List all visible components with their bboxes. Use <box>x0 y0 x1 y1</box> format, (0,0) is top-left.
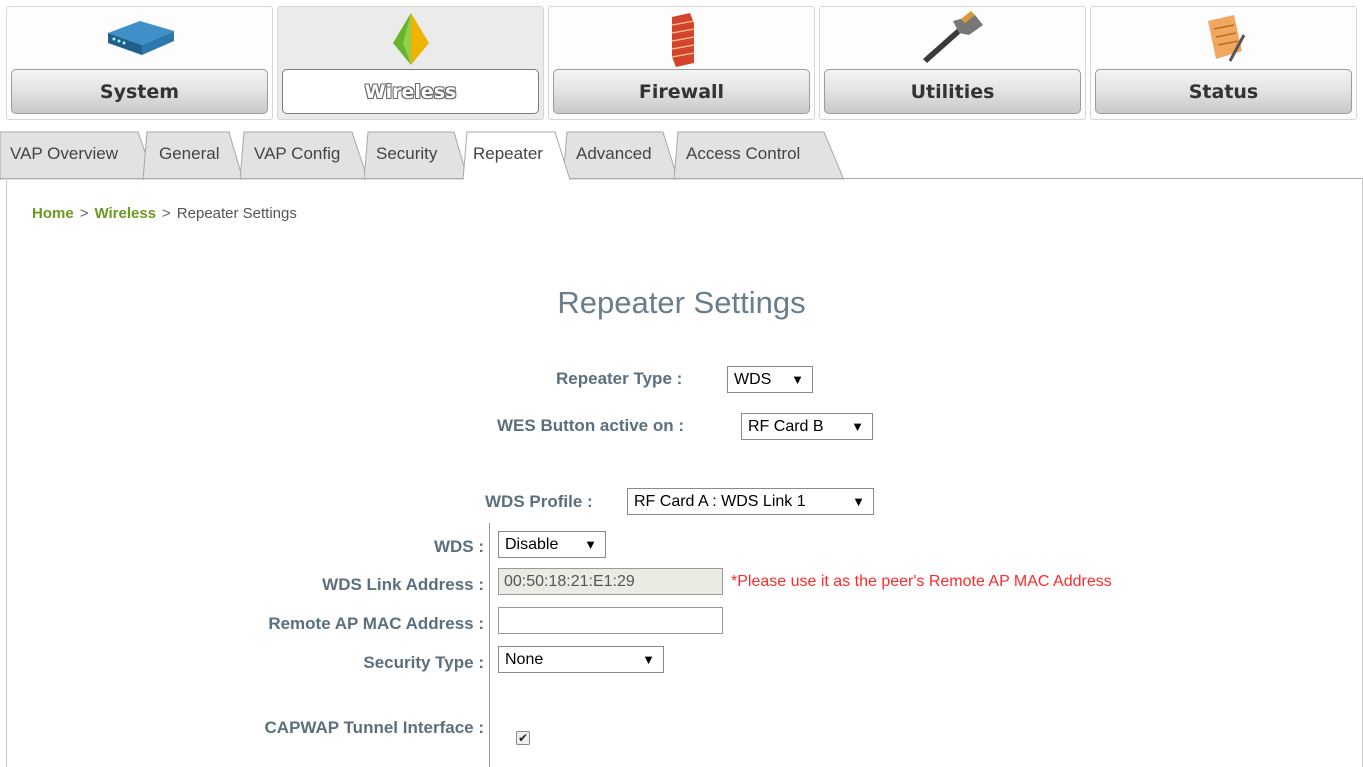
breadcrumb-separator: > <box>79 205 89 222</box>
security-type-select[interactable]: None ▼ <box>498 646 664 673</box>
breadcrumb: Home > Wireless > Repeater Settings <box>32 205 297 222</box>
nav-utilities-button[interactable]: Utilities <box>819 6 1086 120</box>
page-title: Repeater Settings <box>557 285 806 320</box>
top-navigation: System Wireless Firewall Utilities Statu… <box>6 6 1358 122</box>
network-device-icon <box>107 21 174 55</box>
wds-profile-label: WDS Profile : <box>485 492 593 511</box>
sub-tabs: VAP Overview General VAP Config Security… <box>0 128 1363 180</box>
tab-access-control[interactable]: Access Control <box>674 128 844 180</box>
brick-wall-icon <box>671 13 694 67</box>
remote-ap-mac-input[interactable] <box>498 607 723 634</box>
wds-label: WDS : <box>433 537 484 556</box>
nav-system-label: System <box>11 69 268 114</box>
nav-firewall-label: Firewall <box>553 69 810 114</box>
breadcrumb-wireless-link[interactable]: Wireless <box>94 205 156 222</box>
tab-repeater[interactable]: Repeater <box>463 128 570 180</box>
tab-security[interactable]: Security <box>364 128 468 180</box>
wds-link-address-field[interactable]: 00:50:18:21:E1:29 <box>498 568 723 595</box>
wireless-pyramid-icon <box>392 13 429 65</box>
nav-firewall-button[interactable]: Firewall <box>548 6 815 120</box>
tab-advanced[interactable]: Advanced <box>563 128 678 180</box>
chevron-down-icon: ▼ <box>642 652 655 667</box>
repeater-type-select[interactable]: WDS ▼ <box>727 366 813 393</box>
nav-utilities-label: Utilities <box>824 69 1081 114</box>
nav-status-button[interactable]: Status <box>1090 6 1357 120</box>
tab-vap-config[interactable]: VAP Config <box>240 128 368 180</box>
chevron-down-icon: ▼ <box>852 494 865 509</box>
nav-wireless-label: Wireless <box>282 69 539 114</box>
chevron-down-icon: ▼ <box>791 372 804 387</box>
security-type-label: Security Type : <box>363 653 484 672</box>
capwap-tunnel-checkbox[interactable]: ✔ <box>516 731 530 745</box>
content-panel <box>6 178 1363 767</box>
wes-button-label: WES Button active on : <box>497 416 684 435</box>
wds-link-address-note: *Please use it as the peer's Remote AP M… <box>731 573 1112 590</box>
wds-profile-select[interactable]: RF Card A : WDS Link 1 ▼ <box>627 488 874 515</box>
breadcrumb-separator: > <box>162 205 171 222</box>
breadcrumb-home-link[interactable]: Home <box>32 205 74 222</box>
wes-button-select[interactable]: RF Card B ▼ <box>741 413 873 440</box>
nav-status-label: Status <box>1095 69 1352 114</box>
capwap-tunnel-label: CAPWAP Tunnel Interface : <box>264 718 484 737</box>
wds-link-address-label: WDS Link Address : <box>322 575 484 594</box>
wds-select[interactable]: Disable ▼ <box>498 531 606 558</box>
chevron-down-icon: ▼ <box>851 419 864 434</box>
notepad-icon <box>1207 15 1245 62</box>
tab-vap-overview[interactable]: VAP Overview <box>0 128 155 180</box>
remote-ap-mac-label: Remote AP MAC Address : <box>268 614 484 633</box>
breadcrumb-current: Repeater Settings <box>176 205 297 222</box>
tab-general[interactable]: General <box>143 128 243 180</box>
form-divider <box>489 523 490 767</box>
chevron-down-icon: ▼ <box>584 537 597 552</box>
hammer-icon <box>922 11 983 63</box>
nav-system-button[interactable]: System <box>6 6 273 120</box>
repeater-type-label: Repeater Type : <box>556 369 683 388</box>
nav-wireless-button[interactable]: Wireless <box>277 6 544 120</box>
